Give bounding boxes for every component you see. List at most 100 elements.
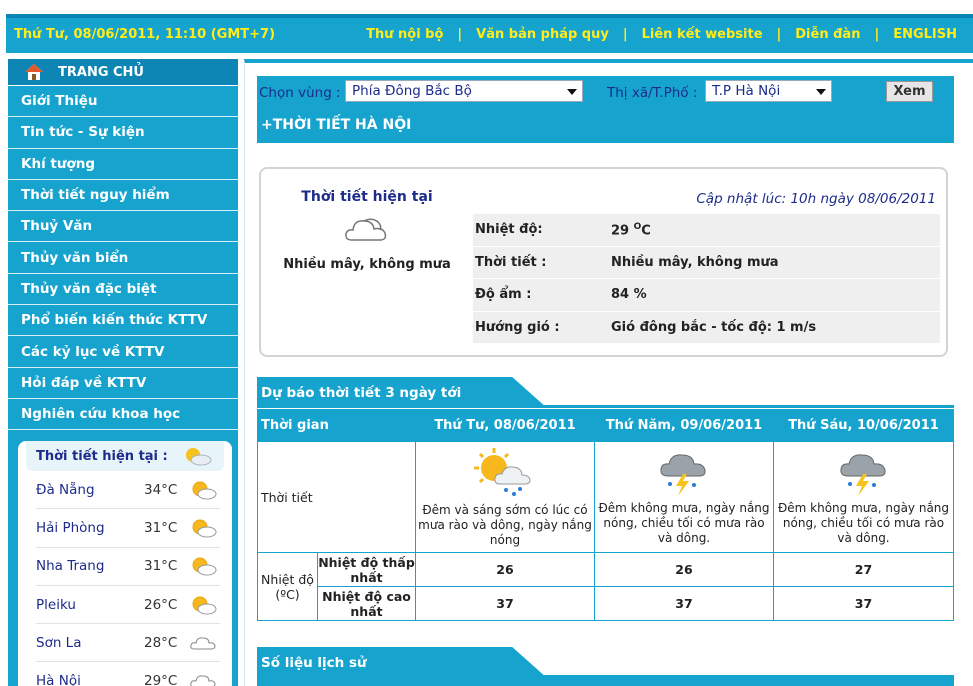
current-weather-title: Thời tiết hiện tại	[301, 189, 433, 205]
current-details-table: Nhiệt độ: 29 OC Thời tiết : Nhiều mây, k…	[473, 214, 940, 344]
nav-forum[interactable]: Diễn đàn	[795, 27, 860, 42]
detail-value: 29 OC	[611, 221, 651, 238]
city-temp: 31°C	[144, 519, 178, 536]
sidebar: TRANG CHỦ Giới Thiệu Tin tức - Sự kiện K…	[8, 59, 238, 686]
city-name[interactable]: Hà Nội	[36, 673, 144, 686]
forecast-description: Đêm không mưa, ngày nắng nóng, chiều tối…	[598, 501, 770, 545]
thunderstorm-icon	[839, 454, 886, 496]
city-label: Thị xã/T.Phố :	[607, 85, 698, 101]
city-name[interactable]: Hải Phòng	[36, 520, 144, 536]
detail-row-humidity: Độ ẩm : 84 %	[473, 279, 940, 312]
city-row[interactable]: Nha Trang 31°C	[36, 548, 220, 586]
sidebar-weather-header: Thời tiết hiện tại :	[26, 441, 224, 471]
sidebar-item-hydrology[interactable]: Thuỷ Văn	[8, 211, 238, 243]
sun-cloud-icon	[186, 448, 212, 466]
forecast-low-value: 27	[773, 552, 954, 587]
nav-legal-docs[interactable]: Văn bản pháp quy	[476, 27, 609, 42]
forecast-low-value: 26	[594, 552, 774, 587]
detail-row-weather: Thời tiết : Nhiều mây, không mưa	[473, 246, 940, 279]
sidebar-weather-title: Thời tiết hiện tại :	[36, 448, 168, 464]
forecast-temp-label: Nhiệt độ (ºC)	[257, 552, 318, 621]
detail-value: 84 %	[611, 287, 647, 303]
detail-value: Nhiều mây, không mưa	[611, 254, 779, 270]
detail-label: Độ ẩm :	[475, 287, 532, 303]
city-name[interactable]: Nha Trang	[36, 558, 144, 574]
city-temp: 26°C	[144, 596, 178, 613]
sidebar-item-special-hydrology[interactable]: Thủy văn đặc biệt	[8, 274, 238, 306]
nav-separator: |	[776, 27, 782, 42]
sidebar-item-faq[interactable]: Hỏi đáp về KTTV	[8, 368, 238, 399]
city-row[interactable]: Pleiku 26°C	[36, 586, 220, 625]
forecast-day-header: Thứ Năm, 09/06/2011	[594, 409, 774, 442]
detail-label: Hướng gió :	[475, 319, 560, 335]
home-icon	[25, 64, 43, 80]
detail-value: Gió đông bắc - tốc độ: 1 m/s	[611, 319, 817, 335]
forecast-high-value: 37	[594, 586, 774, 621]
nav-english[interactable]: ENGLISH	[893, 27, 957, 42]
city-select[interactable]: T.P Hà Nội	[705, 80, 832, 102]
sidebar-item-marine-hydrology[interactable]: Thủy văn biển	[8, 242, 238, 274]
forecast-high-value: 37	[415, 586, 595, 621]
forecast-section-header: Dự báo thời tiết 3 ngày tới	[257, 377, 954, 408]
sidebar-item-research[interactable]: Nghiên cứu khoa học	[8, 399, 238, 431]
forecast-section-title: Dự báo thời tiết 3 ngày tới	[257, 377, 547, 408]
history-section-title: Số liệu lịch sử	[257, 647, 547, 678]
sidebar-item-knowledge[interactable]: Phổ biến kiến thức KTTV	[8, 305, 238, 337]
city-name[interactable]: Sơn La	[36, 635, 144, 651]
sidebar-item-dangerous-weather[interactable]: Thời tiết nguy hiểm	[8, 180, 238, 212]
city-row[interactable]: Sơn La 28°C	[36, 624, 220, 663]
region-label: Chọn vùng :	[259, 85, 341, 101]
city-row[interactable]: Đà Nẵng 34°C	[36, 471, 220, 510]
current-datetime: Thứ Tư, 08/06/2011, 11:10 (GMT+7)	[14, 27, 276, 42]
nav-internal-mail[interactable]: Thư nội bộ	[366, 27, 443, 42]
forecast-description: Đêm và sáng sớm có lúc có mưa rào và dôn…	[418, 503, 592, 547]
location-selector: Chọn vùng : Phía Đông Bắc Bộ Thị xã/T.Ph…	[257, 76, 954, 143]
sun-cloud-icon	[192, 557, 217, 576]
thunderstorm-icon	[660, 454, 706, 496]
forecast-high-label: Nhiệt độ cao nhất	[317, 586, 416, 621]
sun-cloud-icon	[192, 596, 217, 615]
sidebar-item-news[interactable]: Tin tức - Sự kiện	[8, 117, 238, 149]
sidebar-home-label: TRANG CHỦ	[58, 64, 144, 80]
sidebar-item-meteorology[interactable]: Khí tượng	[8, 149, 238, 180]
sidebar-home[interactable]: TRANG CHỦ	[8, 59, 238, 86]
city-temp: 29°C	[144, 673, 178, 686]
forecast-col-time: Thời gian	[257, 409, 416, 442]
current-weather-panel: Thời tiết hiện tại Nhiều mây, không mưa …	[259, 167, 948, 357]
current-weather-summary: Thời tiết hiện tại Nhiều mây, không mưa	[261, 169, 473, 272]
top-bar: Thứ Tư, 08/06/2011, 11:10 (GMT+7) Thư nộ…	[6, 14, 973, 53]
sidebar-item-records[interactable]: Các kỷ lục về KTTV	[8, 336, 238, 368]
city-select-value: T.P Hà Nội	[712, 83, 781, 99]
city-name[interactable]: Đà Nẵng	[36, 482, 144, 498]
sidebar-item-intro[interactable]: Giới Thiệu	[8, 86, 238, 118]
region-select-value: Phía Đông Bắc Bộ	[352, 83, 472, 99]
forecast-header-row: Thời gian Thứ Tư, 08/06/2011 Thứ Năm, 09…	[257, 409, 954, 442]
cloud-icon	[345, 218, 387, 241]
city-row[interactable]: Hải Phòng 31°C	[36, 509, 220, 548]
nav-website-links[interactable]: Liên kết website	[642, 27, 763, 42]
last-updated: Cập nhật lúc: 10h ngày 08/06/2011	[696, 191, 936, 207]
forecast-day-header: Thứ Sáu, 10/06/2011	[773, 409, 954, 442]
history-table-header	[257, 678, 954, 686]
forecast-table: Thời gian Thứ Tư, 08/06/2011 Thứ Năm, 09…	[257, 409, 954, 621]
cloud-icon	[190, 675, 216, 686]
forecast-cell: Đêm và sáng sớm có lúc có mưa rào và dôn…	[415, 441, 595, 553]
sidebar-weather-box: Thời tiết hiện tại : Đà Nẵng 34°C Hải Ph…	[18, 441, 232, 686]
city-name[interactable]: Pleiku	[36, 597, 144, 613]
sun-cloud-icon	[192, 519, 217, 538]
weather-location-title: +THỜI TIẾT HÀ NỘI	[261, 117, 412, 133]
forecast-weather-label: Thời tiết	[257, 441, 416, 553]
main-content: Chọn vùng : Phía Đông Bắc Bộ Thị xã/T.Ph…	[244, 59, 973, 686]
city-row[interactable]: Hà Nội 29°C	[36, 662, 220, 686]
forecast-low-label: Nhiệt độ thấp nhất	[317, 552, 416, 587]
nav-separator: |	[457, 27, 463, 42]
forecast-cell: Đêm không mưa, ngày nắng nóng, chiều tối…	[594, 441, 774, 553]
city-temp: 31°C	[144, 558, 178, 575]
view-button[interactable]: Xem	[886, 81, 933, 102]
detail-label: Thời tiết :	[475, 254, 547, 270]
nav-separator: |	[874, 27, 880, 42]
region-select[interactable]: Phía Đông Bắc Bộ	[345, 80, 583, 102]
forecast-low-value: 26	[415, 552, 595, 587]
city-temp: 28°C	[144, 634, 178, 651]
nav-separator: |	[622, 27, 628, 42]
